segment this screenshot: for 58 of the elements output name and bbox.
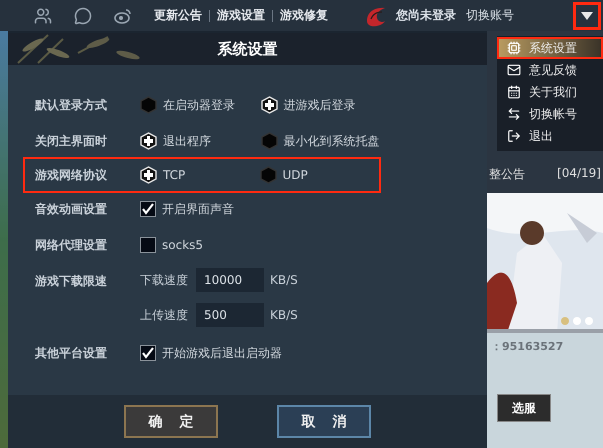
option-label: 进游戏后登录 [284, 97, 356, 114]
unit-label: KB/S [270, 273, 298, 287]
friends-icon[interactable] [34, 6, 52, 24]
radio-selected[interactable] [260, 96, 278, 114]
option-label: 最小化到系统托盘 [284, 133, 380, 150]
news-title[interactable]: 整公告 [489, 166, 525, 193]
option-label: 在启动器登录 [163, 97, 235, 114]
setting-label: 游戏网络协议 [35, 167, 108, 184]
nav-link[interactable]: 更新公告 [154, 7, 202, 24]
menu-item[interactable]: 切换帐号 [497, 103, 603, 125]
caret-icon [581, 12, 593, 20]
exit-icon [507, 129, 521, 143]
news-date: [04/19] [557, 166, 601, 182]
login-status: 您尚未登录 [396, 7, 456, 24]
option-label: TCP [163, 167, 186, 184]
group-number: ：95163527 [491, 339, 564, 354]
checkbox[interactable] [140, 237, 156, 253]
radio-unselected[interactable] [260, 132, 278, 150]
envelope-icon [507, 63, 521, 77]
checkbox[interactable] [140, 201, 156, 217]
switch-account-link[interactable]: 切换账号 [466, 7, 514, 24]
option-label: 开始游戏后退出启动器 [162, 345, 282, 362]
setting-label: 关闭主界面时 [35, 133, 108, 150]
option-label: 退出程序 [163, 133, 211, 150]
menu-item[interactable]: 意见反馈 [497, 59, 603, 81]
speed-input[interactable]: 10000 [196, 268, 264, 292]
menu-item[interactable]: 系统设置 [497, 37, 603, 59]
dialog-title: 系统设置 [218, 40, 278, 58]
server-select-button[interactable]: 选服 [497, 394, 551, 422]
radio-unselected[interactable] [140, 96, 157, 114]
chip-icon [507, 41, 521, 55]
speed-input[interactable]: 500 [196, 303, 264, 327]
swap-arrows-icon [507, 107, 521, 121]
menu-dropdown-button[interactable] [573, 2, 601, 30]
unit-label: KB/S [270, 308, 298, 322]
weibo-icon[interactable] [114, 8, 132, 24]
menu-item[interactable]: 退出 [497, 125, 603, 147]
field-label: 下载速度 [140, 272, 189, 288]
setting-label: 其他平台设置 [35, 345, 108, 362]
setting-label: 音效动画设置 [35, 201, 108, 218]
confirm-button[interactable]: 确 定 [124, 405, 218, 438]
checkbox[interactable] [140, 345, 156, 361]
nav-link[interactable]: 游戏修复 [280, 7, 328, 24]
calendar-icon [507, 85, 521, 99]
radio-selected[interactable] [140, 132, 157, 150]
field-label: 上传速度 [140, 306, 189, 324]
setting-label: 游戏下载限速 [35, 273, 108, 290]
setting-label: 网络代理设置 [35, 237, 108, 254]
radio-unselected[interactable] [260, 166, 276, 184]
menu-item[interactable]: 关于我们 [497, 81, 603, 103]
option-label: 开启界面声音 [162, 201, 234, 218]
cancel-button[interactable]: 取 消 [277, 405, 371, 438]
option-label: UDP [282, 167, 308, 184]
chat-icon[interactable] [74, 6, 92, 24]
radio-selected[interactable] [140, 166, 157, 184]
setting-label: 默认登录方式 [35, 97, 108, 114]
nav-link[interactable]: 游戏设置 [217, 7, 265, 24]
option-label: socks5 [162, 237, 204, 254]
